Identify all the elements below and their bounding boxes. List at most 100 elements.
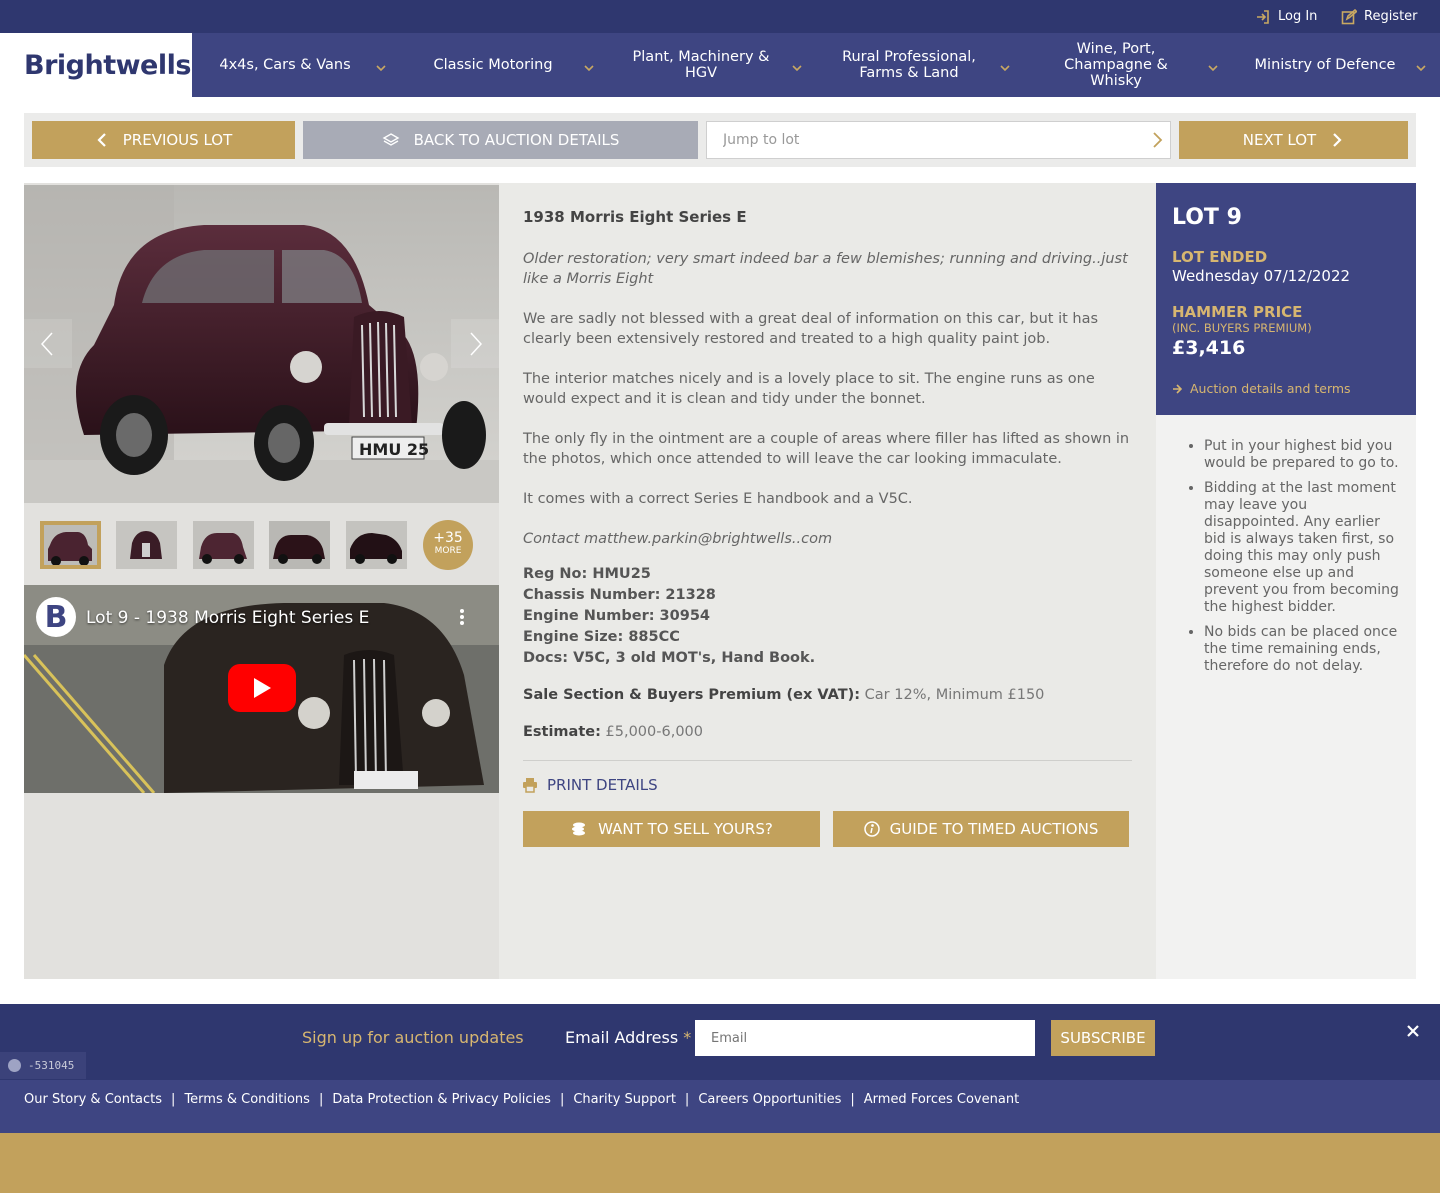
guide-timed-auctions-label: Guide to Timed Auctions [889, 820, 1099, 838]
required-marker: * [683, 1028, 692, 1047]
want-to-sell-button[interactable]: Want to sell yours? [523, 811, 820, 847]
gallery-prev-button[interactable] [24, 319, 72, 368]
nav-label: 4x4s, Cars & Vans [219, 57, 351, 73]
register-link[interactable]: Register [1341, 0, 1418, 33]
coins-icon [572, 822, 586, 836]
next-lot-button[interactable]: Next Lot [1179, 121, 1408, 159]
nav-item-rural-professional[interactable]: Rural Professional, Farms & Land [834, 33, 984, 97]
spec-reg-number: Reg No: HMU25 [523, 566, 651, 582]
nav-label: Ministry of Defence [1254, 57, 1396, 73]
gallery-thumbnail[interactable] [269, 521, 330, 569]
footer-link-armed-forces[interactable]: Armed Forces Covenant [864, 1092, 1019, 1107]
login-label: Log In [1278, 9, 1318, 24]
chevron-down-icon[interactable] [999, 59, 1011, 72]
chevron-down-icon[interactable] [375, 59, 387, 72]
footer-separator: | [171, 1092, 176, 1107]
previous-lot-label: Previous Lot [122, 131, 233, 149]
email-label-text: Email Address [565, 1028, 679, 1047]
chevron-down-icon[interactable] [1415, 59, 1427, 72]
login-link[interactable]: Log In [1255, 0, 1317, 33]
hammer-price-label: HAMMER PRICE [1172, 303, 1303, 321]
previous-lot-button[interactable]: Previous Lot [32, 121, 295, 159]
footer-link-data-protection[interactable]: Data Protection & Privacy Policies [332, 1092, 551, 1107]
gallery-thumbnail[interactable] [346, 521, 407, 569]
jump-to-lot-input[interactable] [706, 121, 1171, 159]
more-photos-button[interactable]: +35 MORE [423, 520, 473, 570]
nav-item-ministry-of-defence[interactable]: Ministry of Defence [1250, 33, 1400, 97]
channel-avatar-letter: B [44, 599, 68, 635]
estimate-row: Estimate: £5,000-6,000 [523, 724, 703, 740]
newsletter-email-input[interactable] [695, 1020, 1035, 1056]
printer-icon [523, 778, 537, 793]
play-icon[interactable] [228, 664, 296, 712]
description-paragraph: The only fly in the ointment are a coupl… [523, 431, 1130, 467]
gallery-thumbnail[interactable] [193, 521, 254, 569]
hammer-price-value: £3,416 [1172, 337, 1246, 359]
top-utility-bar: Log In Register [0, 0, 1440, 33]
description-paragraph: The interior matches nicely and is a lov… [523, 371, 1095, 407]
lot-summary: Older restoration; very smart indeed bar… [523, 251, 1128, 287]
chevron-down-icon[interactable] [1207, 59, 1219, 72]
footer-gold-band [0, 1133, 1440, 1193]
list-item: Bidding at the last moment may leave you… [1204, 480, 1402, 616]
gallery-next-button[interactable] [451, 319, 499, 368]
footer-link-careers[interactable]: Careers Opportunities [698, 1092, 841, 1107]
chevron-left-icon [97, 133, 106, 147]
chevron-right-icon[interactable] [1147, 130, 1167, 150]
divider [523, 760, 1132, 761]
hammer-price-subtitle: (INC. BUYERS PREMIUM) [1172, 321, 1312, 335]
estimate-label: Estimate: [523, 724, 601, 740]
description-paragraph: It comes with a correct Series E handboo… [523, 491, 913, 507]
more-photos-label: MORE [434, 546, 462, 556]
buyers-premium-label: Sale Section & Buyers Premium (ex VAT): [523, 687, 861, 703]
auction-terms-label: Auction details and terms [1190, 381, 1351, 396]
footer-links: Our Story & Contacts | Terms & Condition… [24, 1092, 1019, 1107]
spec-docs: Docs: V5C, 3 old MOT's, Hand Book. [523, 650, 816, 666]
estimate-value: £5,000-6,000 [605, 724, 703, 740]
description-paragraph: We are sadly not blessed with a great de… [523, 311, 1099, 347]
more-vertical-icon[interactable] [458, 607, 466, 627]
list-item: No bids can be placed once the time rema… [1204, 624, 1402, 675]
footer-separator: | [559, 1092, 565, 1107]
info-icon [863, 821, 880, 837]
video-title[interactable]: Lot 9 - 1938 Morris Eight Series E [86, 608, 369, 628]
nav-item-4x4s-cars-vans[interactable]: 4x4s, Cars & Vans [210, 33, 360, 97]
gallery-thumbnail[interactable] [40, 521, 101, 569]
footer-separator: | [850, 1092, 855, 1107]
chevron-down-icon[interactable] [791, 59, 803, 72]
chevron-left-icon [40, 331, 53, 356]
car-photo-image: HMU 25 [24, 185, 499, 503]
subscribe-button[interactable]: Subscribe [1051, 1020, 1155, 1056]
more-photos-count: +35 [433, 530, 463, 546]
subscribe-label: Subscribe [1060, 1029, 1146, 1047]
channel-avatar[interactable]: B [36, 597, 76, 637]
auction-terms-link[interactable]: Auction details and terms [1172, 381, 1351, 396]
gallery-thumbnail[interactable] [116, 521, 177, 569]
lot-ended-date: Wednesday 07/12/2022 [1172, 267, 1351, 285]
logo-text: Brightwells [24, 49, 191, 81]
nav-item-plant-machinery-hgv[interactable]: Plant, Machinery & HGV [626, 33, 776, 97]
footer-link-our-story[interactable]: Our Story & Contacts [24, 1092, 162, 1107]
layers-icon [382, 133, 400, 146]
nav-label: Rural Professional, Farms & Land [842, 49, 976, 81]
debug-widget[interactable]: -531045 [0, 1052, 86, 1079]
spec-engine-size: Engine Size: 885CC [523, 629, 680, 645]
footer-link-charity[interactable]: Charity Support [573, 1092, 676, 1107]
guide-timed-auctions-button[interactable]: Guide to Timed Auctions [833, 811, 1129, 847]
next-lot-label: Next Lot [1242, 131, 1317, 149]
chevron-down-icon[interactable] [583, 59, 595, 72]
spec-chassis-number: Chassis Number: 21328 [523, 587, 716, 603]
back-to-auction-button[interactable]: Back to Auction Details [303, 121, 698, 159]
chevron-right-icon [1333, 133, 1342, 147]
register-label: Register [1364, 9, 1418, 24]
close-icon[interactable] [1406, 1023, 1420, 1037]
buyers-premium-value: Car 12%, Minimum £150 [864, 687, 1045, 703]
footer-separator: | [684, 1092, 690, 1107]
nav-item-wine-port-champagne-whisky[interactable]: Wine, Port, Champagne & Whisky [1052, 33, 1180, 97]
nav-item-classic-motoring[interactable]: Classic Motoring [418, 33, 568, 97]
print-details-link[interactable]: Print Details [523, 776, 658, 794]
arrow-right-icon [1173, 383, 1182, 394]
footer-link-terms[interactable]: Terms & Conditions [184, 1092, 310, 1107]
logo[interactable]: Brightwells [0, 33, 192, 97]
main-lot-photo[interactable]: HMU 25 [24, 185, 499, 503]
